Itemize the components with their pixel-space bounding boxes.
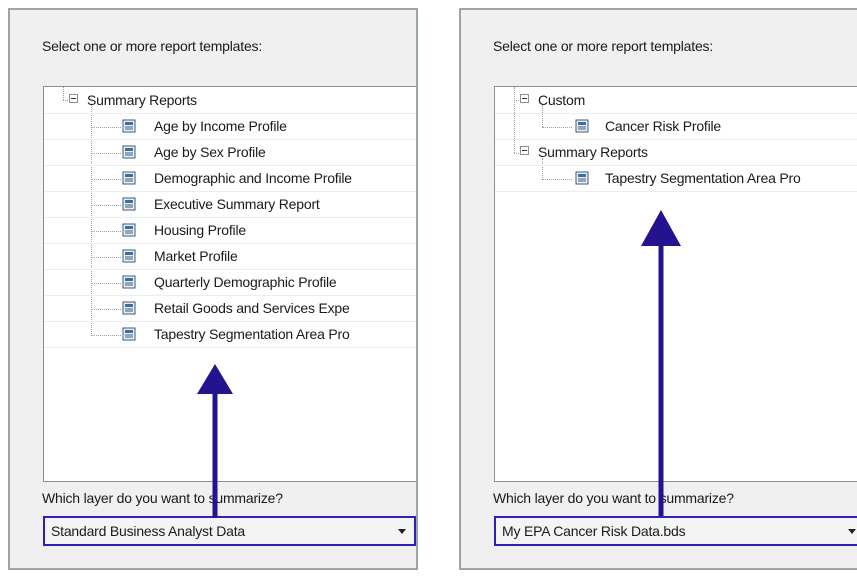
tree-item[interactable]: Retail Goods and Services Expe bbox=[44, 295, 416, 322]
chevron-down-icon[interactable] bbox=[398, 529, 406, 534]
report-document-icon bbox=[122, 249, 136, 263]
layer-select-value: My EPA Cancer Risk Data.bds bbox=[502, 523, 686, 539]
tree-item[interactable]: Tapestry Segmentation Area Pro bbox=[495, 165, 857, 192]
layer-select[interactable]: My EPA Cancer Risk Data.bds bbox=[494, 516, 857, 546]
tree-item[interactable]: Market Profile bbox=[44, 243, 416, 270]
report-document-icon bbox=[122, 275, 136, 289]
tree-item[interactable]: Housing Profile bbox=[44, 217, 416, 244]
report-document-icon bbox=[575, 119, 589, 133]
layer-select-value: Standard Business Analyst Data bbox=[51, 523, 246, 539]
tree-group-summary-reports[interactable]: Summary Reports bbox=[44, 87, 416, 114]
report-document-icon bbox=[575, 171, 589, 185]
tree-item[interactable]: Tapestry Segmentation Area Pro bbox=[44, 321, 416, 348]
tree-item[interactable]: Quarterly Demographic Profile bbox=[44, 269, 416, 296]
layer-select[interactable]: Standard Business Analyst Data bbox=[43, 516, 416, 546]
tree-item[interactable]: Demographic and Income Profile bbox=[44, 165, 416, 192]
right-report-panel: Select one or more report templates: Cus… bbox=[459, 8, 857, 570]
layer-question-label: Which layer do you want to summarize? bbox=[42, 490, 283, 506]
tree-item[interactable]: Age by Income Profile bbox=[44, 113, 416, 140]
collapse-minus-icon[interactable] bbox=[520, 146, 529, 155]
collapse-minus-icon[interactable] bbox=[520, 94, 529, 103]
report-document-icon bbox=[122, 145, 136, 159]
report-document-icon bbox=[122, 327, 136, 341]
tree-item[interactable]: Age by Sex Profile bbox=[44, 139, 416, 166]
report-document-icon bbox=[122, 119, 136, 133]
tree-item[interactable]: Cancer Risk Profile bbox=[495, 113, 857, 140]
tree-group-custom[interactable]: Custom bbox=[495, 87, 857, 114]
report-document-icon bbox=[122, 301, 136, 315]
tree-item[interactable]: Executive Summary Report bbox=[44, 191, 416, 218]
report-templates-label: Select one or more report templates: bbox=[42, 38, 263, 54]
report-document-icon bbox=[122, 223, 136, 237]
report-templates-label: Select one or more report templates: bbox=[493, 38, 714, 54]
report-document-icon bbox=[122, 171, 136, 185]
left-report-panel: Select one or more report templates: Sum… bbox=[8, 8, 418, 570]
tree-group-summary-reports[interactable]: Summary Reports bbox=[495, 139, 857, 166]
report-template-tree[interactable]: Custom Cancer Risk Profile Summary Repor… bbox=[494, 86, 857, 482]
report-document-icon bbox=[122, 197, 136, 211]
report-template-tree[interactable]: Summary Reports Age by Income Profile Ag… bbox=[43, 86, 416, 482]
collapse-minus-icon[interactable] bbox=[69, 94, 78, 103]
layer-question-label: Which layer do you want to summarize? bbox=[493, 490, 734, 506]
chevron-down-icon[interactable] bbox=[848, 529, 856, 534]
